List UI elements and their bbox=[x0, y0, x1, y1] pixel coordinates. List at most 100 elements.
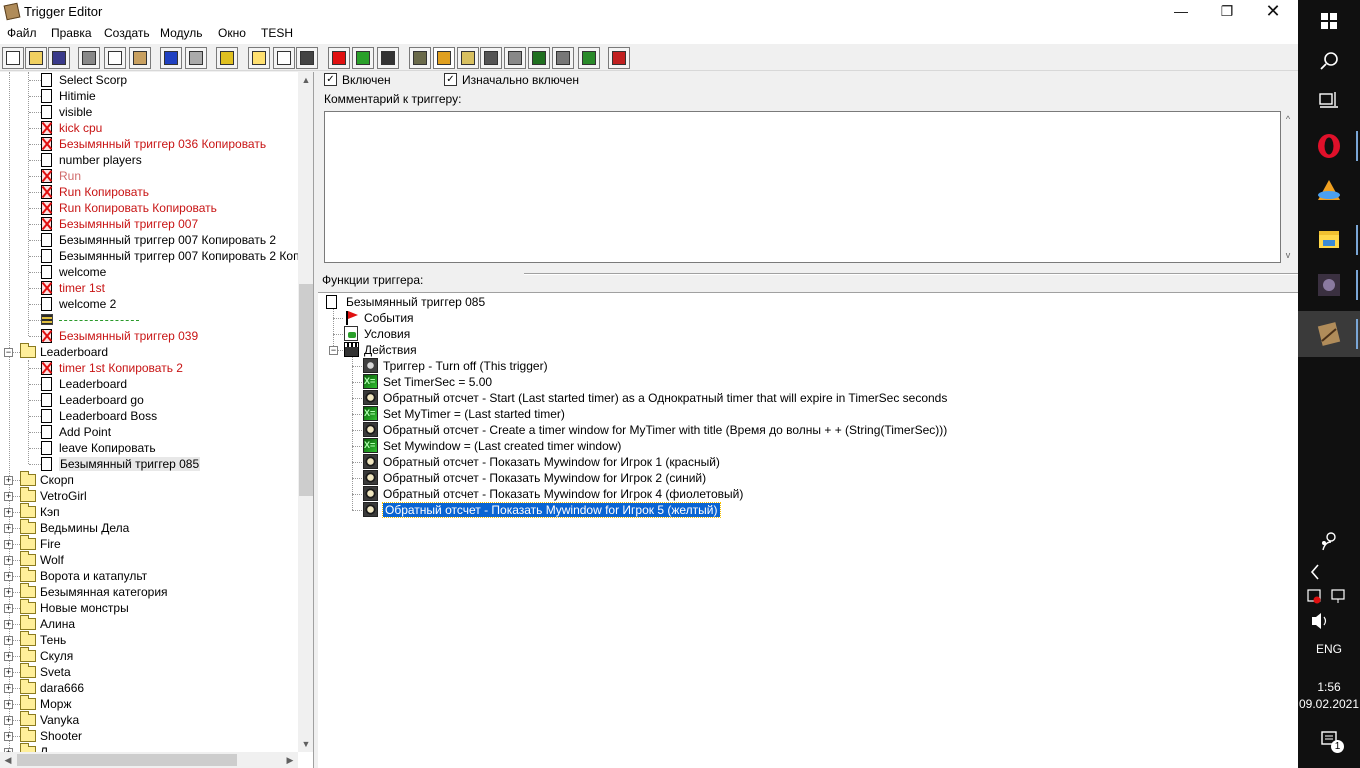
tree-trigger[interactable]: Безымянный триггер 007 Копировать 2 Копи… bbox=[0, 248, 298, 264]
tree-folder[interactable]: + VetroGirl bbox=[0, 487, 298, 504]
expand-icon[interactable]: + bbox=[4, 540, 13, 549]
new-comment-button[interactable] bbox=[296, 47, 318, 69]
volume-icon[interactable] bbox=[1298, 598, 1360, 644]
action-row[interactable]: Триггер - Turn off (This trigger) bbox=[363, 358, 1263, 374]
function-root[interactable]: Безымянный триггер 085 bbox=[326, 294, 1226, 310]
collapse-icon[interactable]: − bbox=[4, 348, 13, 357]
expand-icon[interactable]: + bbox=[4, 508, 13, 517]
expand-icon[interactable]: + bbox=[4, 700, 13, 709]
expand-icon[interactable]: + bbox=[4, 476, 13, 485]
tree-folder[interactable]: − Leaderboard bbox=[0, 343, 298, 360]
tree-folder[interactable]: + Wolf bbox=[0, 551, 298, 568]
redo-button[interactable] bbox=[185, 47, 207, 69]
actions-node[interactable]: Действия bbox=[344, 342, 1244, 358]
action-row[interactable]: Set Mywindow = (Last created timer windo… bbox=[363, 438, 1263, 454]
app-icon-triangle[interactable] bbox=[1298, 168, 1360, 214]
trigger-functions-tree[interactable]: Безымянный триггер 085 События Условия − Дей… bbox=[318, 292, 1298, 768]
clock-date[interactable]: 09.02.2021 bbox=[1298, 697, 1360, 711]
new-trigger-button[interactable] bbox=[273, 47, 295, 69]
tree-trigger[interactable]: Безымянный триггер 036 Копировать bbox=[0, 136, 298, 152]
warcraft-icon[interactable] bbox=[1298, 262, 1360, 308]
tree-trigger[interactable]: welcome bbox=[0, 264, 298, 280]
action-row[interactable]: Обратный отсчет - Показать Mywindow for … bbox=[363, 502, 1263, 518]
tree-folder[interactable]: + Алина bbox=[0, 615, 298, 632]
tree-trigger[interactable]: Run Копировать Копировать bbox=[0, 200, 298, 216]
copy-button[interactable] bbox=[104, 47, 126, 69]
paste-button[interactable] bbox=[129, 47, 151, 69]
trigger-editor-button[interactable] bbox=[433, 47, 455, 69]
expand-icon[interactable]: + bbox=[4, 492, 13, 501]
tree-folder[interactable]: + Ведьмины Дела bbox=[0, 519, 298, 536]
tree-folder[interactable]: + Кэп bbox=[0, 503, 298, 520]
events-node[interactable]: События bbox=[344, 310, 1244, 326]
terrain-editor-button[interactable] bbox=[409, 47, 431, 69]
scroll-down-icon[interactable]: ▼ bbox=[298, 736, 313, 752]
scroll-right-icon[interactable]: ▶ bbox=[282, 752, 298, 768]
tree-trigger[interactable]: Leaderboard bbox=[0, 376, 298, 392]
comment-scrollbar[interactable]: ^ v bbox=[1280, 111, 1297, 263]
menu-edit[interactable]: Правка bbox=[51, 26, 92, 40]
tree-folder[interactable]: + Sveta bbox=[0, 663, 298, 680]
tree-trigger[interactable]: Leaderboard Boss bbox=[0, 408, 298, 424]
tree-trigger[interactable]: Run bbox=[0, 168, 298, 184]
new-action-button[interactable] bbox=[377, 47, 399, 69]
tree-folder[interactable]: + Ворота и катапульт bbox=[0, 567, 298, 584]
tree-folder[interactable]: + Морж bbox=[0, 695, 298, 712]
action-row[interactable]: Обратный отсчет - Показать Mywindow for … bbox=[363, 454, 1263, 470]
tree-trigger[interactable]: leave Копировать bbox=[0, 440, 298, 456]
expand-icon[interactable]: + bbox=[4, 732, 13, 741]
tree-folder[interactable]: + dara666 bbox=[0, 679, 298, 696]
tree-horizontal-thumb[interactable] bbox=[17, 754, 237, 766]
notifications-button[interactable]: 1 bbox=[1298, 720, 1360, 766]
trigger-tree[interactable]: Select Scorp Hitimie visible kick cpu Безымя… bbox=[0, 72, 314, 768]
undo-button[interactable] bbox=[160, 47, 182, 69]
ai-editor-button[interactable] bbox=[528, 47, 550, 69]
menu-create[interactable]: Создать bbox=[104, 26, 150, 40]
conditions-node[interactable]: Условия bbox=[344, 326, 1244, 342]
tree-folder[interactable]: + Тень bbox=[0, 631, 298, 648]
collapse-icon[interactable]: − bbox=[329, 346, 338, 355]
clock-time[interactable]: 1:56 bbox=[1298, 680, 1360, 694]
comment-textarea[interactable] bbox=[324, 111, 1281, 263]
task-view-icon[interactable] bbox=[1298, 78, 1360, 124]
maximize-button[interactable]: ❐ bbox=[1204, 0, 1250, 24]
object-manager-button[interactable] bbox=[552, 47, 574, 69]
tree-trigger[interactable]: welcome 2 bbox=[0, 296, 298, 312]
tree-folder[interactable]: + Скорп bbox=[0, 471, 298, 488]
expand-icon[interactable]: + bbox=[4, 668, 13, 677]
action-row[interactable]: Обратный отсчет - Показать Mywindow for … bbox=[363, 486, 1263, 502]
close-button[interactable]: ✕ bbox=[1250, 0, 1296, 24]
tree-folder[interactable]: + Л... bbox=[0, 743, 298, 752]
sound-editor-button[interactable] bbox=[457, 47, 479, 69]
tree-vertical-thumb[interactable] bbox=[299, 284, 313, 496]
tree-trigger[interactable]: number players bbox=[0, 152, 298, 168]
menu-tesh[interactable]: TESH bbox=[261, 26, 293, 40]
action-row[interactable]: Обратный отсчет - Create a timer window … bbox=[363, 422, 1263, 438]
object-editor-button[interactable] bbox=[480, 47, 502, 69]
tree-horizontal-scrollbar[interactable]: ◀ ▶ bbox=[0, 752, 298, 768]
scroll-up-icon[interactable]: ▲ bbox=[298, 72, 313, 88]
new-condition-button[interactable] bbox=[352, 47, 374, 69]
expand-icon[interactable]: + bbox=[4, 524, 13, 533]
opera-icon[interactable] bbox=[1298, 123, 1360, 169]
tree-trigger[interactable]: timer 1st Копировать 2 bbox=[0, 360, 298, 376]
action-row[interactable]: Обратный отсчет - Start (Last started ti… bbox=[363, 390, 1263, 406]
menu-window[interactable]: Окно bbox=[218, 26, 246, 40]
action-row[interactable]: Set TimerSec = 5.00 bbox=[363, 374, 1263, 390]
tree-folder[interactable]: + Shooter bbox=[0, 727, 298, 744]
tree-trigger[interactable]: visible bbox=[0, 104, 298, 120]
new-event-button[interactable] bbox=[328, 47, 350, 69]
tree-trigger[interactable]: Leaderboard go bbox=[0, 392, 298, 408]
action-row[interactable]: Обратный отсчет - Показать Mywindow for … bbox=[363, 470, 1263, 486]
title-bar[interactable]: Trigger Editor — ❐ ✕ bbox=[0, 0, 1298, 24]
tree-trigger[interactable]: Безымянный триггер 007 Копировать 2 bbox=[0, 232, 298, 248]
tree-trigger[interactable]: Безымянный триггер 039 bbox=[0, 328, 298, 344]
new-button[interactable] bbox=[2, 47, 24, 69]
tree-trigger[interactable]: Hitimie bbox=[0, 88, 298, 104]
test-map-button[interactable] bbox=[608, 47, 630, 69]
cut-button[interactable] bbox=[78, 47, 100, 69]
expand-icon[interactable]: + bbox=[4, 572, 13, 581]
campaign-editor-button[interactable] bbox=[504, 47, 526, 69]
open-button[interactable] bbox=[25, 47, 47, 69]
minimize-button[interactable]: — bbox=[1158, 0, 1204, 24]
